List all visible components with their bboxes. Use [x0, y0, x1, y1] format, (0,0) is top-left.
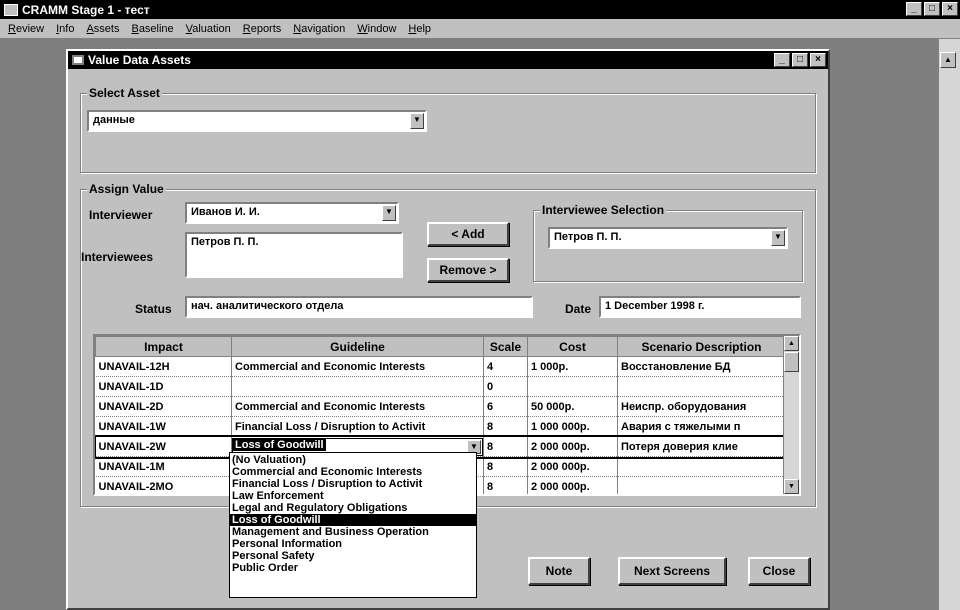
add-button[interactable]: < Add — [427, 222, 509, 246]
interviewee-selection-value: Петров П. П. — [554, 231, 622, 243]
close-button[interactable]: Close — [748, 557, 810, 585]
maximize-button[interactable]: □ — [924, 2, 940, 16]
interviewees-label: Interviewees — [81, 250, 154, 264]
interviewee-selection-combo[interactable]: Петров П. П. ▼ — [548, 227, 788, 249]
dropdown-option[interactable]: Personal Safety — [230, 550, 476, 562]
col-scale[interactable]: Scale — [483, 336, 528, 357]
col-scenario[interactable]: Scenario Description — [617, 336, 786, 357]
menu-info[interactable]: Info — [56, 23, 74, 35]
table-row[interactable]: UNAVAIL-1D 0 — [95, 376, 786, 397]
asset-combo[interactable]: данные ▼ — [87, 110, 427, 132]
app-title: CRAMM Stage 1 - тест — [22, 2, 150, 17]
dialog-maximize-button[interactable]: □ — [792, 53, 808, 67]
scroll-thumb[interactable] — [784, 352, 799, 372]
menu-reports[interactable]: Reports — [243, 23, 282, 35]
dropdown-option[interactable]: Management and Business Operation — [230, 526, 476, 538]
date-label: Date — [565, 302, 592, 316]
col-impact[interactable]: Impact — [95, 336, 232, 357]
interviewer-label: Interviewer — [89, 208, 153, 222]
interviewer-value: Иванов И. И. — [191, 206, 260, 218]
select-asset-group: Select Asset данные ▼ — [80, 86, 816, 173]
table-row[interactable]: UNAVAIL-12H Commercial and Economic Inte… — [95, 356, 786, 377]
window-icon — [72, 55, 84, 65]
status-label: Status — [135, 302, 172, 316]
menu-review[interactable]: Review — [8, 23, 44, 35]
dropdown-option[interactable]: (No Valuation) — [230, 454, 476, 466]
asset-value: данные — [93, 114, 135, 126]
dialog-minimize-button[interactable]: _ — [774, 53, 790, 67]
interviewee-selection-group: Interviewee Selection Петров П. П. ▼ — [533, 203, 803, 282]
table-scrollbar[interactable]: ▲ ▼ — [783, 336, 799, 494]
menu-bar: Review Info Assets Baseline Valuation Re… — [0, 19, 960, 39]
dropdown-arrow-icon[interactable]: ▼ — [382, 205, 396, 221]
dropdown-option[interactable]: Legal and Regulatory Obligations — [230, 502, 476, 514]
dropdown-option[interactable]: Financial Loss / Disruption to Activit — [230, 478, 476, 490]
scroll-up-icon[interactable]: ▲ — [784, 336, 799, 351]
status-field[interactable]: нач. аналитического отдела — [185, 296, 533, 318]
interviewees-value: Петров П. П. — [191, 236, 259, 248]
assign-value-label: Assign Value — [87, 182, 166, 196]
select-asset-label: Select Asset — [87, 86, 162, 100]
dropdown-arrow-icon[interactable]: ▼ — [410, 113, 424, 129]
app-icon — [4, 3, 18, 16]
minimize-button[interactable]: _ — [906, 2, 922, 16]
menu-baseline[interactable]: Baseline — [131, 23, 173, 35]
menu-window[interactable]: Window — [357, 23, 396, 35]
close-app-button[interactable]: × — [942, 2, 958, 16]
dropdown-arrow-icon[interactable]: ▼ — [771, 230, 785, 246]
menu-assets[interactable]: Assets — [86, 23, 119, 35]
col-guideline[interactable]: Guideline — [231, 336, 484, 357]
dialog-close-button[interactable]: × — [810, 53, 826, 67]
menu-help[interactable]: Help — [408, 23, 431, 35]
dialog-title: Value Data Assets — [88, 53, 191, 67]
dialog-title-bar: Value Data Assets _ □ × — [68, 51, 828, 69]
dropdown-option-selected[interactable]: Loss of Goodwill — [230, 514, 476, 526]
guideline-dropdown-list[interactable]: (No Valuation) Commercial and Economic I… — [229, 452, 477, 598]
interviewee-selection-label: Interviewee Selection — [540, 203, 667, 217]
dropdown-option[interactable]: Personal Information — [230, 538, 476, 550]
col-cost[interactable]: Cost — [527, 336, 618, 357]
app-title-bar: CRAMM Stage 1 - тест _ □ × — [0, 0, 960, 19]
workspace-scrollbar[interactable] — [938, 39, 960, 610]
interviewees-list[interactable]: Петров П. П. — [185, 232, 403, 278]
interviewer-combo[interactable]: Иванов И. И. ▼ — [185, 202, 399, 224]
table-header-row: Impact Guideline Scale Cost Scenario Des… — [95, 336, 786, 357]
remove-button[interactable]: Remove > — [427, 258, 509, 282]
scroll-down-icon[interactable]: ▼ — [784, 479, 799, 494]
note-button[interactable]: Note — [528, 557, 590, 585]
table-row[interactable]: UNAVAIL-2D Commercial and Economic Inter… — [95, 396, 786, 417]
menu-navigation[interactable]: Navigation — [293, 23, 345, 35]
next-screens-button[interactable]: Next Screens — [618, 557, 726, 585]
dropdown-option[interactable]: Public Order — [230, 562, 476, 574]
date-field[interactable]: 1 December 1998 г. — [599, 296, 801, 318]
table-row[interactable]: UNAVAIL-1W Financial Loss / Disruption t… — [95, 416, 786, 437]
scroll-up-icon[interactable]: ▲ — [940, 52, 956, 68]
dropdown-option[interactable]: Commercial and Economic Interests — [230, 466, 476, 478]
dropdown-option[interactable]: Law Enforcement — [230, 490, 476, 502]
menu-valuation[interactable]: Valuation — [186, 23, 231, 35]
